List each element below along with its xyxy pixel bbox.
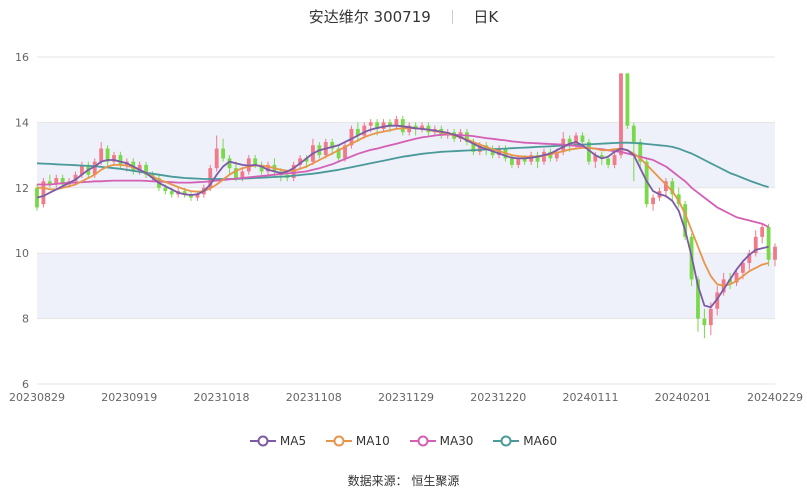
data-source: 数据来源： 恒生聚源 xyxy=(347,474,460,488)
candle-body xyxy=(574,135,578,146)
ma60-swatch-icon xyxy=(493,435,520,447)
x-tick-label: 20231129 xyxy=(378,391,434,404)
candle-body xyxy=(253,158,258,165)
candle-body xyxy=(516,158,521,165)
x-tick-label: 20240111 xyxy=(563,391,619,404)
candle-body xyxy=(702,318,707,326)
candlestick-chart: 6 8 10 12 14 16 20230829 20230919 20231018 202311… xyxy=(9,51,803,404)
x-tick-label: 20240229 xyxy=(747,391,803,404)
candle-body xyxy=(580,135,585,143)
x-tick-label: 20231018 xyxy=(194,391,250,404)
candle-body xyxy=(394,119,399,126)
candle-body xyxy=(773,246,777,260)
legend-item-ma60[interactable]: MA60 xyxy=(493,434,557,448)
candle-body xyxy=(631,125,636,143)
y-tick-label: 12 xyxy=(15,182,29,195)
x-tick-label: 20231108 xyxy=(286,391,342,404)
x-tick-label: 20231220 xyxy=(470,391,526,404)
legend-label-ma10: MA10 xyxy=(355,434,390,448)
candle-body xyxy=(368,122,373,126)
candle-body xyxy=(760,227,765,237)
candle-body xyxy=(214,148,219,169)
y-tick-label: 10 xyxy=(15,247,29,260)
legend: MA5 MA10 MA30 MA60 xyxy=(0,434,807,450)
y-tick-label: 6 xyxy=(22,378,29,391)
ma10-swatch-icon xyxy=(325,435,352,447)
x-tick-label: 20240201 xyxy=(655,391,711,404)
y-tick-label: 16 xyxy=(15,51,29,64)
candle-body xyxy=(651,197,655,205)
y-tick-label: 8 xyxy=(22,313,29,326)
candle-body xyxy=(606,158,611,165)
legend-item-ma10[interactable]: MA10 xyxy=(325,434,390,448)
candle-body xyxy=(118,155,123,165)
candle-body xyxy=(169,191,174,195)
legend-label-ma60: MA60 xyxy=(523,434,558,448)
candle-body xyxy=(766,227,771,260)
ma30-swatch-icon xyxy=(409,435,436,447)
candle-body xyxy=(509,158,514,165)
grid-band xyxy=(37,122,775,188)
candle-body xyxy=(362,125,367,136)
legend-label-ma5: MA5 xyxy=(279,434,307,448)
grid-band xyxy=(37,253,775,319)
legend-item-ma5[interactable]: MA5 xyxy=(249,434,307,448)
y-tick-label: 14 xyxy=(15,116,29,129)
ma5-swatch-icon xyxy=(249,435,276,447)
candle-body xyxy=(625,73,630,126)
legend-item-ma30[interactable]: MA30 xyxy=(409,434,474,448)
candle-body xyxy=(708,308,713,326)
x-tick-label: 20230829 xyxy=(9,391,65,404)
candle-body xyxy=(221,148,226,159)
candle-body xyxy=(163,187,168,192)
x-tick-label: 20230919 xyxy=(101,391,157,404)
legend-label-ma30: MA30 xyxy=(439,434,474,448)
candle-body xyxy=(612,155,617,165)
candle-body xyxy=(99,148,104,162)
